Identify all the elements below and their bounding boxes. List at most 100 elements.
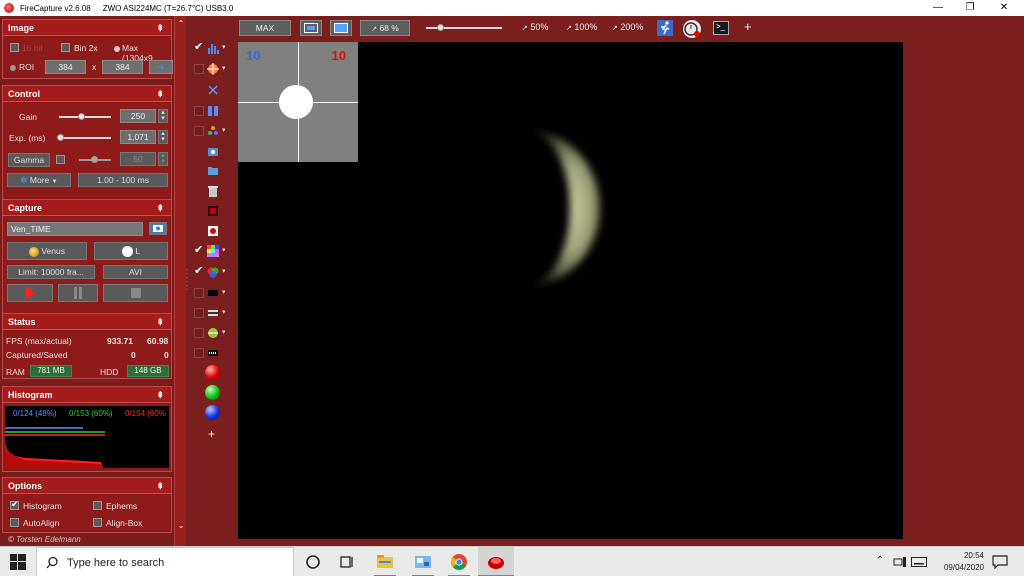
capture-section-header[interactable]: Capture ⇞ — [3, 200, 171, 216]
start-capture-button[interactable] — [7, 284, 53, 302]
histogram-section-header[interactable]: Histogram ⇞ — [3, 387, 171, 403]
chevron-down-icon[interactable]: ▾ — [222, 288, 226, 296]
fullscreen-button[interactable] — [330, 20, 352, 36]
runner-button[interactable] — [657, 20, 673, 36]
zoom-100-link[interactable]: ↗ 100% — [566, 22, 597, 32]
gain-spinner[interactable]: ▴ ▾ — [158, 109, 168, 123]
gain-slider-track[interactable] — [59, 116, 111, 118]
collapse-icon[interactable]: ⇞ — [156, 200, 164, 216]
image-viewer[interactable]: 10 10 — [238, 42, 903, 539]
chevron-down-icon[interactable]: ▾ — [222, 267, 226, 275]
autoalign-checkbox[interactable] — [10, 518, 19, 527]
trash-tool[interactable] — [194, 183, 230, 199]
add-tool-button[interactable]: + — [194, 427, 230, 443]
bin2x-checkbox[interactable] — [61, 43, 70, 52]
fit-window-button[interactable] — [300, 20, 322, 36]
stop-capture-button[interactable] — [103, 284, 168, 302]
target-tool[interactable] — [194, 223, 230, 239]
high-bit-checkbox[interactable] — [10, 43, 19, 52]
add-toolbar-button[interactable]: + — [744, 19, 752, 34]
text-tool[interactable] — [194, 345, 230, 361]
zoom-value-display[interactable]: ↗ 68 % — [360, 20, 410, 36]
firecapture-taskbar-button[interactable] — [478, 547, 514, 576]
panel-splitter[interactable]: · · · · · · — [186, 267, 189, 294]
left-panel-scrollbar[interactable]: ⌃ ⌄ — [174, 16, 186, 546]
ephems-checkbox[interactable] — [93, 501, 102, 510]
crosshair-tool-check[interactable] — [194, 64, 204, 74]
max-radio[interactable] — [114, 46, 120, 52]
roi-apply-button[interactable]: ➜ — [149, 60, 173, 74]
filename-input[interactable]: Ven_TIME — [7, 222, 143, 236]
chevron-down-icon[interactable]: ▾ — [222, 308, 226, 316]
record-frame-tool[interactable] — [194, 203, 230, 219]
blue-channel-tool[interactable] — [194, 405, 230, 421]
exposure-spinner[interactable]: ▴ ▾ — [158, 130, 168, 144]
max-button[interactable]: MAX — [239, 20, 291, 36]
overlay-tool-check[interactable] — [194, 308, 204, 318]
green-channel-tool[interactable] — [194, 385, 230, 401]
histogram-checkbox[interactable] — [10, 499, 19, 510]
gain-slider-knob[interactable] — [78, 113, 85, 120]
console-button[interactable]: >_ — [713, 21, 729, 35]
exposure-slider-knob[interactable] — [57, 134, 64, 141]
roi-height-input[interactable]: 384 — [102, 60, 143, 74]
chevron-down-icon[interactable]: ▾ — [222, 246, 226, 254]
file-explorer-icon[interactable] — [376, 553, 394, 571]
gamma-input[interactable]: 50 — [120, 152, 156, 166]
crosshair-tool[interactable]: ▾ — [194, 61, 230, 77]
chrome-icon[interactable] — [450, 553, 468, 571]
zoom-200-link[interactable]: ↗ 200% — [612, 22, 643, 32]
minimize-button[interactable]: — — [922, 0, 954, 16]
frame-limit-button[interactable]: Limit: 10000 fra... — [7, 265, 95, 279]
color-grid-tool[interactable]: ▾ — [194, 243, 230, 259]
taskbar-search-box[interactable]: Type here to search — [36, 547, 294, 576]
options-section-header[interactable]: Options ⇞ — [3, 478, 171, 494]
close-button[interactable]: ✕ — [988, 0, 1020, 16]
gamma-spinner[interactable]: ▴ ▾ — [158, 152, 168, 166]
pause-capture-button[interactable] — [58, 284, 98, 302]
folder-tool[interactable] — [194, 163, 230, 179]
black-rect-tool[interactable]: ▾ — [194, 285, 230, 301]
gamma-checkbox[interactable] — [56, 155, 65, 164]
move-tool[interactable]: ▾ — [194, 123, 230, 139]
exposure-input[interactable]: 1.071 — [120, 130, 156, 144]
cortana-icon[interactable] — [304, 553, 322, 571]
color-wheel-tool[interactable]: ▾ — [194, 264, 230, 280]
settings-tool-check[interactable] — [194, 106, 204, 116]
collapse-icon[interactable]: ⇞ — [156, 20, 164, 36]
status-section-header[interactable]: Status ⇞ — [3, 314, 171, 330]
restore-button[interactable]: ❐ — [954, 0, 986, 16]
app-window-icon[interactable] — [414, 553, 432, 571]
gamma-button[interactable]: Gamma — [8, 153, 50, 167]
text-tool-check[interactable] — [194, 348, 204, 358]
color-wheel-tool-check[interactable] — [194, 264, 204, 277]
roi-radio[interactable] — [10, 65, 16, 71]
control-section-header[interactable]: Control ⇞ — [3, 86, 171, 102]
black-rect-tool-check[interactable] — [194, 288, 204, 298]
planet-tool[interactable]: ▾ — [194, 325, 230, 341]
exposure-slider-track[interactable] — [59, 137, 111, 139]
overlay-tool[interactable]: ▾ — [194, 305, 230, 321]
collapse-icon[interactable]: ⇞ — [156, 478, 164, 494]
tray-chevron-up-icon[interactable]: ⌃ — [876, 555, 884, 566]
network-icon[interactable] — [893, 556, 907, 568]
zoom-slider-knob[interactable] — [437, 24, 444, 31]
gamma-slider-knob[interactable] — [91, 156, 98, 163]
scissors-tool[interactable] — [194, 82, 230, 98]
exposure-range-dropdown[interactable]: 1.00 - 100 ms — [78, 173, 168, 187]
move-tool-check[interactable] — [194, 126, 204, 136]
scroll-up-icon[interactable]: ⌃ — [175, 18, 186, 30]
timer-button[interactable] — [683, 20, 701, 38]
collapse-icon[interactable]: ⇞ — [156, 86, 164, 102]
snapshot-tool[interactable] — [194, 143, 230, 159]
collapse-icon[interactable]: ⇞ — [156, 387, 164, 403]
collapse-icon[interactable]: ⇞ — [156, 314, 164, 330]
notification-icon[interactable] — [992, 555, 1008, 569]
red-channel-tool[interactable] — [194, 365, 230, 381]
task-view-icon[interactable] — [338, 553, 356, 571]
alignbox-checkbox[interactable] — [93, 518, 102, 527]
image-section-header[interactable]: Image ⇞ — [3, 20, 171, 36]
camera-snapshot-icon[interactable] — [149, 222, 167, 235]
more-dropdown[interactable]: ✲ More ▼ — [7, 173, 71, 187]
windows-start-icon[interactable] — [10, 554, 26, 570]
